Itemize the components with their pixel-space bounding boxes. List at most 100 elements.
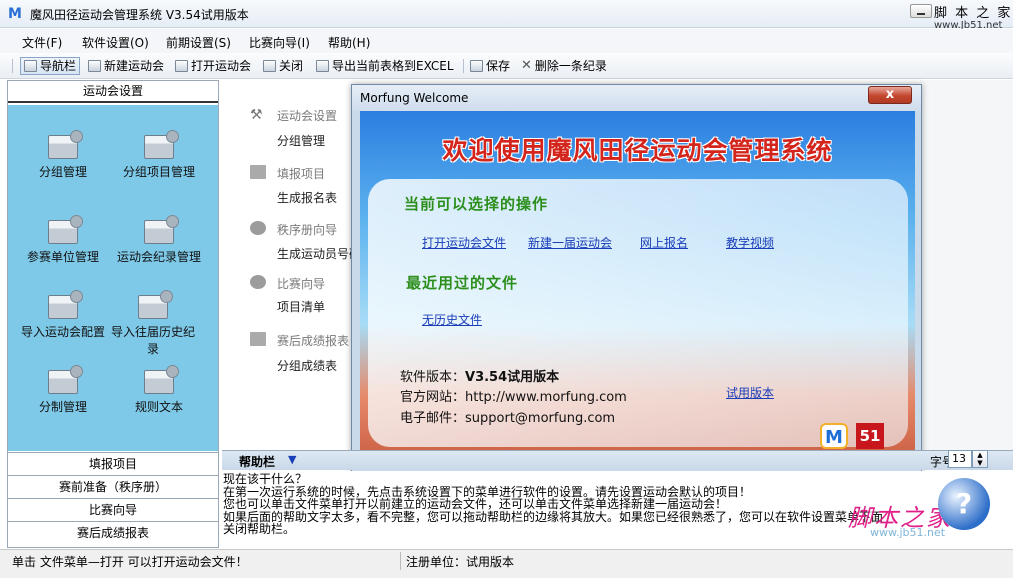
left-nav-post-results[interactable]: 赛后成绩报表	[8, 521, 218, 544]
dialog-body: 欢迎使用魔风田径运动会管理系统 当前可以选择的操作 打开运动会文件 新建一届运动…	[360, 111, 915, 467]
mid-nav-link-group-management[interactable]: 分组管理	[277, 132, 325, 149]
menu-bar: 文件(F) 软件设置(O) 前期设置(S) 比赛向导(I) 帮助(H)	[0, 29, 1013, 53]
left-nav-competition-wizard[interactable]: 比赛向导	[8, 498, 218, 521]
new-doc-icon	[88, 60, 101, 72]
link-new-meet[interactable]: 新建一届运动会	[528, 234, 612, 251]
left-nav-pre-competition[interactable]: 赛前准备（秩序册）	[8, 475, 218, 498]
menu-file[interactable]: 文件(F)	[22, 34, 62, 51]
welcome-dialog: Morfung Welcome x 欢迎使用魔风田径运动会管理系统 当前可以选择…	[351, 84, 922, 473]
mid-nav-link-event-list[interactable]: 项目清单	[277, 298, 325, 315]
mid-nav-head-results: 赛后成绩报表	[277, 334, 350, 348]
left-panel: 运动会设置 分组管理 分组项目管理 参赛单位管理 运动会纪录管理 导入运动会配置…	[7, 80, 219, 548]
font-size-input[interactable]: 13	[948, 450, 972, 468]
dialog-title: Morfung Welcome	[360, 91, 469, 105]
menu-software-settings[interactable]: 软件设置(O)	[82, 34, 149, 51]
toolbar-open-meet-button[interactable]: 打开运动会	[175, 57, 251, 75]
dialog-content-panel: 当前可以选择的操作 打开运动会文件 新建一届运动会 网上报名 教学视频 最近用过…	[368, 179, 908, 447]
mid-nav-link-entry-form[interactable]: 生成报名表	[277, 189, 337, 206]
menu-pre-settings[interactable]: 前期设置(S)	[166, 34, 231, 51]
dialog-title-bar[interactable]: Morfung Welcome x	[352, 85, 921, 111]
grid-item-label: 分制管理	[38, 400, 87, 414]
toolbar-new-meet-button[interactable]: 新建运动会	[88, 57, 164, 75]
help-text: 现在该干什么？ 在第一次运行系统的时候，先点击系统设置下的菜单进行软件的设置。请…	[221, 471, 939, 548]
website-row: 官方网站：http://www.morfung.com	[400, 386, 627, 405]
table-icon	[250, 165, 266, 179]
toolbar-export-excel-button[interactable]: 导出当前表格到EXCEL	[316, 57, 454, 75]
grid-item-label: 运动会纪录管理	[116, 250, 201, 264]
font-size-stepper[interactable]: ▲ ▼	[972, 450, 988, 468]
help-bar-title: 帮助栏	[239, 455, 276, 469]
grid-item-scoring-system[interactable]: 分制管理	[13, 365, 113, 415]
navigation-icon	[24, 60, 37, 72]
folder-open-icon	[175, 60, 188, 72]
morfung-logo-icon: M	[820, 423, 848, 449]
toolbar-delete-record-label: 删除一条纪录	[534, 59, 607, 73]
toolbar-export-excel-label: 导出当前表格到EXCEL	[332, 59, 454, 73]
toolbar: 导航栏 新建运动会 打开运动会 关闭 导出当前表格到EXCEL 保存 ✕ 删除一…	[0, 53, 1013, 79]
left-panel-header[interactable]: 运动会设置	[8, 81, 218, 103]
triangle-down-icon[interactable]: ▼	[288, 453, 296, 466]
logo-51-icon: 51	[856, 423, 884, 449]
link-online-registration[interactable]: 网上报名	[640, 234, 688, 251]
table-icon	[144, 215, 179, 244]
toolbar-delete-record-button[interactable]: ✕ 删除一条纪录	[521, 57, 607, 75]
help-bar[interactable]: 帮助栏 ▼ 字号：	[222, 450, 1013, 470]
grid-item-rules-text[interactable]: 规则文本	[109, 365, 209, 415]
arrow-right-icon	[250, 275, 266, 289]
version-value: V3.54试用版本	[465, 370, 560, 385]
grid-item-import-history[interactable]: 导入往届历史纪录	[109, 290, 197, 357]
mid-nav-head-settings: 运动会设置	[277, 109, 338, 123]
grid-item-group-events[interactable]: 分组项目管理	[109, 130, 209, 180]
import-icon	[138, 290, 173, 319]
table-icon	[48, 365, 83, 394]
toolbar-open-meet-label: 打开运动会	[191, 59, 252, 73]
grid-item-label: 导入往届历史纪录	[110, 325, 195, 356]
status-message: 单击 文件菜单—打开 可以打开运动会文件！	[12, 555, 248, 569]
title-bar: M 魔风田径运动会管理系统 V3.54试用版本 脚 本 之 家 www.Jb51…	[0, 0, 1013, 31]
grid-item-meet-records[interactable]: 运动会纪录管理	[109, 215, 209, 265]
section-actions-title: 当前可以选择的操作	[404, 195, 549, 213]
right-strip	[920, 80, 1013, 450]
toolbar-save-label: 保存	[486, 59, 511, 73]
help-line: 您也可以单击文件菜单打开以前建立的运动会文件，还可以单击文件菜单选择新建一届运动…	[223, 497, 728, 511]
link-trial-version[interactable]: 试用版本	[726, 384, 774, 401]
dialog-close-button[interactable]: x	[868, 86, 912, 104]
watermark-top: 脚 本 之 家	[934, 6, 1013, 21]
mid-nav-link-athlete-numbers[interactable]: 生成运动员号码	[277, 245, 361, 262]
link-open-meet-file[interactable]: 打开运动会文件	[422, 234, 506, 251]
mid-nav-link-group-results[interactable]: 分组成绩表	[277, 357, 337, 374]
delete-icon: ✕	[521, 58, 532, 73]
toolbar-save-button[interactable]: 保存	[470, 57, 510, 75]
grid-item-group-management[interactable]: 分组管理	[13, 130, 113, 180]
toolbar-close-button[interactable]: 关闭	[263, 57, 303, 75]
table-icon	[48, 215, 83, 244]
grid-item-label: 导入运动会配置	[20, 325, 105, 339]
grid-item-import-config[interactable]: 导入运动会配置	[13, 290, 113, 340]
menu-competition-wizard[interactable]: 比赛向导(I)	[249, 34, 310, 51]
help-line: 现在该干什么？	[223, 472, 308, 486]
link-no-history[interactable]: 无历史文件	[422, 311, 482, 328]
left-nav-fill-events[interactable]: 填报项目	[8, 452, 218, 475]
version-row: 软件版本：V3.54试用版本	[400, 366, 559, 385]
toolbar-new-meet-label: 新建运动会	[104, 59, 165, 73]
toolbar-grip	[12, 59, 13, 73]
document-icon	[144, 365, 179, 394]
watermark-bottom-url: www.jb51.net	[870, 526, 946, 539]
status-divider	[400, 552, 401, 570]
status-registration: 注册单位：试用版本	[406, 555, 515, 569]
menu-help[interactable]: 帮助(H)	[328, 34, 370, 51]
left-panel-grid: 分组管理 分组项目管理 参赛单位管理 运动会纪录管理 导入运动会配置 导入往届历…	[8, 105, 218, 451]
help-line: 如果后面的帮助文字太多，看不完整，您可以拖动帮助栏的边缘将其放大。如果您已经很熟…	[223, 509, 884, 524]
arrow-right-icon	[250, 221, 266, 235]
toolbar-navigation-button[interactable]: 导航栏	[20, 57, 81, 75]
grid-item-label: 分组项目管理	[122, 165, 195, 179]
grid-item-participating-units[interactable]: 参赛单位管理	[13, 215, 113, 265]
mid-nav-head-program: 秩序册向导	[277, 223, 338, 237]
dialog-headline: 欢迎使用魔风田径运动会管理系统	[442, 136, 833, 165]
toolbar-separator	[463, 59, 464, 73]
website-value: http://www.morfung.com	[465, 390, 627, 405]
window-title: 魔风田径运动会管理系统 V3.54试用版本	[30, 8, 249, 22]
help-line: 关闭帮助栏。	[223, 522, 296, 536]
minimize-button[interactable]	[910, 4, 932, 18]
link-tutorial-video[interactable]: 教学视频	[726, 234, 774, 251]
